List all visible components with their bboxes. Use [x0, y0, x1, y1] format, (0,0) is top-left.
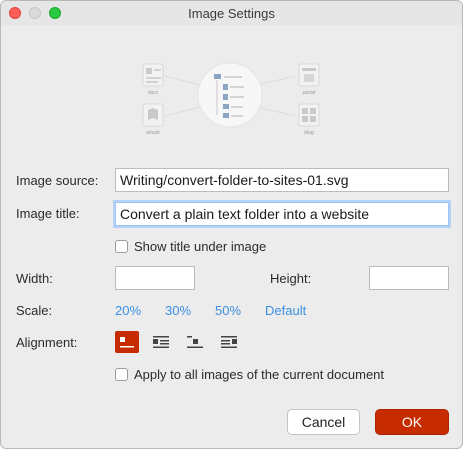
connector-line — [164, 105, 206, 117]
align-inline-left-button[interactable] — [115, 331, 139, 353]
align-inline-left-icon — [120, 337, 134, 348]
ebook-label: ebook — [146, 130, 160, 136]
show-title-label: Show title under image — [134, 239, 267, 254]
apply-all-checkbox[interactable] — [115, 368, 128, 381]
alignment-label: Alignment: — [16, 335, 78, 350]
close-window-button[interactable] — [9, 7, 21, 19]
align-right-button[interactable] — [217, 331, 241, 353]
ok-button[interactable]: OK — [375, 409, 449, 435]
align-right-icon — [221, 336, 237, 348]
image-source-label: Image source: — [16, 173, 99, 188]
scale-default-link[interactable]: Default — [265, 303, 306, 318]
window-controls — [9, 7, 61, 19]
height-label: Height: — [270, 271, 312, 286]
image-settings-dialog: Image Settings docs ebook portal blog Im… — [0, 0, 463, 449]
blog-icon — [298, 103, 320, 127]
connector-line — [164, 75, 206, 87]
portal-icon — [298, 63, 320, 87]
scale-50-link[interactable]: 50% — [215, 303, 241, 318]
show-title-checkbox[interactable] — [115, 240, 128, 253]
image-title-input[interactable]: Convert a plain text folder into a websi… — [115, 202, 449, 226]
source-folder-circle — [197, 62, 263, 128]
minimize-window-button[interactable] — [29, 7, 41, 19]
image-preview: docs ebook portal blog — [142, 62, 320, 136]
scale-label: Scale: — [16, 303, 53, 318]
portal-label: portal — [302, 90, 316, 96]
apply-all-label: Apply to all images of the current docum… — [134, 367, 385, 382]
align-center-button[interactable] — [183, 331, 207, 353]
ebook-icon — [142, 103, 164, 127]
scale-30-link[interactable]: 30% — [165, 303, 191, 318]
docs-label: docs — [148, 90, 159, 96]
align-left-icon — [153, 336, 169, 348]
height-input[interactable] — [369, 266, 449, 290]
window-title: Image Settings — [188, 5, 275, 21]
width-input[interactable] — [115, 266, 195, 290]
scale-20-link[interactable]: 20% — [115, 303, 141, 318]
blog-label: blog — [304, 130, 314, 136]
image-source-input[interactable]: Writing/convert-folder-to-sites-01.svg — [115, 168, 449, 192]
zoom-window-button[interactable] — [49, 7, 61, 19]
cancel-button[interactable]: Cancel — [287, 409, 360, 435]
width-label: Width: — [16, 271, 53, 286]
show-title-row[interactable]: Show title under image — [115, 239, 266, 254]
docs-icon — [142, 63, 164, 87]
title-bar: Image Settings — [1, 1, 462, 25]
align-center-icon — [187, 336, 203, 348]
apply-all-row[interactable]: Apply to all images of the current docum… — [115, 367, 384, 382]
image-title-label: Image title: — [16, 206, 80, 221]
align-left-button[interactable] — [149, 331, 173, 353]
